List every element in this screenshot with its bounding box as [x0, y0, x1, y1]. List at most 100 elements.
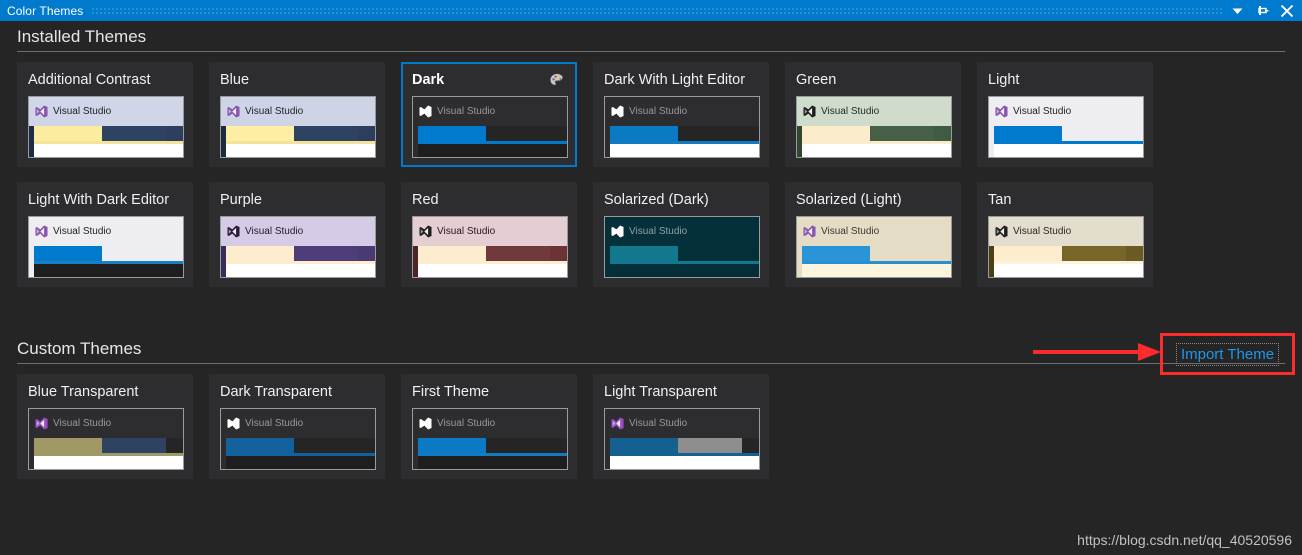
- preview-app-label: Visual Studio: [53, 417, 112, 429]
- preview-inactive-tab: [870, 246, 934, 261]
- preview-active-tab: [994, 126, 1062, 141]
- preview-body: [989, 246, 1143, 277]
- preview-editor-area: [610, 456, 759, 469]
- preview-editor-area: [34, 456, 183, 469]
- theme-card[interactable]: Dark Transparent Visual Studio: [209, 374, 385, 479]
- preview-app-label: Visual Studio: [53, 105, 112, 117]
- installed-themes-header: Installed Themes: [0, 26, 1302, 56]
- preview-body: [605, 438, 759, 469]
- close-icon[interactable]: [1280, 4, 1294, 18]
- theme-card-title: Blue: [220, 72, 250, 88]
- preview-active-tab: [802, 246, 870, 261]
- preview-inactive-tab: [486, 438, 550, 453]
- titlebar-drag-grip[interactable]: [91, 6, 1222, 15]
- preview-tabstrip: [34, 438, 183, 453]
- preview-active-tab: [610, 126, 678, 141]
- preview-tabstrip: [994, 126, 1143, 141]
- theme-card[interactable]: Blue Visual Studio: [209, 62, 385, 167]
- preview-active-tab: [226, 438, 294, 453]
- preview-titlebar: Visual Studio: [413, 217, 567, 246]
- preview-titlebar: Visual Studio: [29, 409, 183, 438]
- theme-preview: Visual Studio: [604, 96, 760, 158]
- visual-studio-logo-icon: [803, 225, 816, 238]
- theme-card-title: Tan: [988, 192, 1012, 208]
- chevron-down-icon[interactable]: [1230, 4, 1244, 18]
- theme-card[interactable]: Dark Visual Studio: [401, 62, 577, 167]
- theme-preview: Visual Studio: [988, 216, 1144, 278]
- preview-app-label: Visual Studio: [53, 225, 112, 237]
- import-theme-link[interactable]: Import Theme: [1175, 342, 1280, 366]
- preview-titlebar: Visual Studio: [29, 97, 183, 126]
- theme-card[interactable]: Red Visual Studio: [401, 182, 577, 287]
- preview-active-tab: [418, 126, 486, 141]
- theme-card[interactable]: Additional Contrast Visual Studio: [17, 62, 193, 167]
- theme-card[interactable]: Tan Visual Studio: [977, 182, 1153, 287]
- preview-app-label: Visual Studio: [437, 417, 496, 429]
- preview-editor-area: [418, 144, 567, 157]
- theme-card[interactable]: Solarized (Light) Visual Studio: [785, 182, 961, 287]
- pin-icon[interactable]: [1255, 4, 1269, 18]
- preview-active-tab: [226, 246, 294, 261]
- watermark-url: https://blog.csdn.net/qq_40520596: [1077, 532, 1292, 548]
- preview-tabstrip: [994, 246, 1143, 261]
- theme-card[interactable]: First Theme Visual Studio: [401, 374, 577, 479]
- preview-titlebar: Visual Studio: [797, 217, 951, 246]
- theme-preview: Visual Studio: [604, 216, 760, 278]
- theme-card[interactable]: Light Visual Studio: [977, 62, 1153, 167]
- custom-themes-title: Custom Themes: [17, 339, 142, 358]
- preview-titlebar: Visual Studio: [797, 97, 951, 126]
- preview-editor-area: [34, 264, 183, 277]
- theme-card-title: Solarized (Dark): [604, 192, 709, 208]
- theme-card-title: Additional Contrast: [28, 72, 151, 88]
- preview-tabstrip: [418, 438, 567, 453]
- preview-editor-area: [418, 264, 567, 277]
- visual-studio-logo-icon: [803, 105, 816, 118]
- preview-editor-area: [610, 144, 759, 157]
- theme-card[interactable]: Blue Transparent Visual Studio: [17, 374, 193, 479]
- theme-card[interactable]: Solarized (Dark) Visual Studio: [593, 182, 769, 287]
- visual-studio-logo-icon: [419, 105, 432, 118]
- theme-card-title: Dark With Light Editor: [604, 72, 746, 88]
- preview-editor-area: [226, 144, 375, 157]
- preview-titlebar: Visual Studio: [605, 409, 759, 438]
- preview-inactive-tab: [102, 126, 166, 141]
- preview-tabstrip: [34, 246, 183, 261]
- theme-card[interactable]: Dark With Light Editor Visual Studio: [593, 62, 769, 167]
- custom-themes-section: Custom Themes Blue Transparent Visual Stu…: [0, 338, 1302, 488]
- preview-titlebar: Visual Studio: [413, 97, 567, 126]
- visual-studio-logo-icon: [227, 105, 240, 118]
- preview-active-tab: [802, 126, 870, 141]
- theme-card[interactable]: Light Transparent Visual Studio: [593, 374, 769, 479]
- preview-inactive-tab: [1062, 246, 1126, 261]
- theme-card[interactable]: Green Visual Studio: [785, 62, 961, 167]
- preview-inactive-tab: [294, 126, 358, 141]
- preview-tabstrip: [418, 126, 567, 141]
- preview-titlebar: Visual Studio: [605, 217, 759, 246]
- preview-active-tab: [610, 246, 678, 261]
- preview-active-tab: [994, 246, 1062, 261]
- preview-tabstrip: [226, 438, 375, 453]
- section-divider: [17, 51, 1285, 52]
- preview-app-label: Visual Studio: [629, 417, 688, 429]
- installed-themes-title: Installed Themes: [17, 27, 147, 46]
- preview-body: [221, 438, 375, 469]
- theme-preview: Visual Studio: [220, 216, 376, 278]
- preview-app-label: Visual Studio: [245, 417, 304, 429]
- preview-inactive-tab: [102, 246, 166, 261]
- preview-titlebar: Visual Studio: [989, 97, 1143, 126]
- preview-inactive-tab: [486, 126, 550, 141]
- preview-inactive-tab: [102, 438, 166, 453]
- import-theme-highlight: Import Theme: [1160, 333, 1295, 375]
- custom-themes-header: Custom Themes: [0, 338, 1302, 368]
- preview-body: [221, 246, 375, 277]
- preview-app-label: Visual Studio: [437, 225, 496, 237]
- preview-app-label: Visual Studio: [629, 105, 688, 117]
- preview-active-tab: [418, 438, 486, 453]
- preview-editor-area: [418, 456, 567, 469]
- preview-inactive-tab: [486, 246, 550, 261]
- theme-card[interactable]: Purple Visual Studio: [209, 182, 385, 287]
- theme-card-title: Light With Dark Editor: [28, 192, 170, 208]
- theme-card[interactable]: Light With Dark Editor Visual Studio: [17, 182, 193, 287]
- theme-card-title: Dark: [412, 72, 445, 88]
- visual-studio-logo-icon: [227, 225, 240, 238]
